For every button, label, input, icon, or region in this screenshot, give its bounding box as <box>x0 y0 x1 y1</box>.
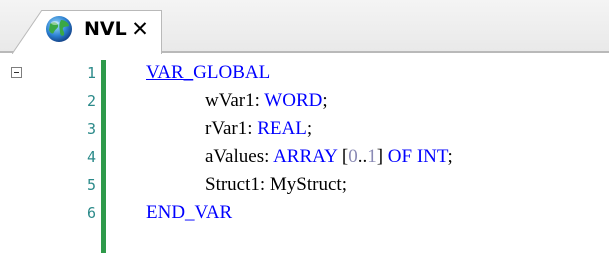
keyword: ARRAY <box>273 146 338 167</box>
close-icon[interactable]: ✕ <box>129 17 151 41</box>
punctuation: [ <box>337 146 349 167</box>
punctuation: ; <box>447 146 453 167</box>
identifier: aValues: <box>205 146 274 167</box>
keyword: VAR_ <box>146 62 194 83</box>
identifier: wVar1: <box>205 90 265 111</box>
code-text[interactable]: VAR_GLOBAL <box>146 61 270 85</box>
code-text[interactable]: wVar1: WORD; <box>205 89 328 113</box>
code-line-1: 1 VAR_GLOBAL <box>0 61 609 87</box>
punctuation: .. <box>357 146 368 167</box>
punctuation: ] <box>376 146 388 167</box>
globe-icon <box>46 16 72 42</box>
line-number: 5 <box>86 176 96 194</box>
number-literal: 0 <box>348 146 358 167</box>
identifier: Struct1: MyStruct; <box>205 174 347 195</box>
code-text[interactable]: rVar1: REAL; <box>205 117 312 141</box>
code-text[interactable]: Struct1: MyStruct; <box>205 173 347 197</box>
line-number: 4 <box>86 148 96 166</box>
editor-window: NVL ✕ 1 VAR_GLOBAL 2 wVar1: WORD; 3 rVar… <box>0 0 609 253</box>
tab-strip: NVL ✕ <box>0 0 609 54</box>
line-number: 2 <box>86 92 96 110</box>
punctuation: ; <box>322 90 328 111</box>
keyword: WORD <box>264 90 323 111</box>
code-line-2: 2 wVar1: WORD; <box>0 89 609 115</box>
code-line-6: 6 END_VAR <box>0 201 609 227</box>
identifier: rVar1: <box>205 118 258 139</box>
code-text[interactable]: aValues: ARRAY [0..1] OF INT; <box>205 145 453 169</box>
code-editor[interactable]: 1 VAR_GLOBAL 2 wVar1: WORD; 3 rVar1: REA… <box>0 53 609 253</box>
line-number: 1 <box>86 64 96 82</box>
code-line-4: 4 aValues: ARRAY [0..1] OF INT; <box>0 145 609 171</box>
keyword: REAL <box>257 118 307 139</box>
line-number: 6 <box>86 204 96 222</box>
code-line-5: 5 Struct1: MyStruct; <box>0 173 609 199</box>
line-number: 3 <box>86 120 96 138</box>
punctuation: ; <box>306 118 313 139</box>
keyword: OF <box>387 146 413 167</box>
tab-edge <box>12 10 43 54</box>
keyword: END_VAR <box>146 202 233 223</box>
keyword: GLOBAL <box>193 62 271 83</box>
code-line-3: 3 rVar1: REAL; <box>0 117 609 143</box>
code-text[interactable]: END_VAR <box>146 201 232 225</box>
tab-label: NVL <box>84 18 127 40</box>
keyword: INT <box>416 146 448 167</box>
number-literal: 1 <box>367 146 377 167</box>
